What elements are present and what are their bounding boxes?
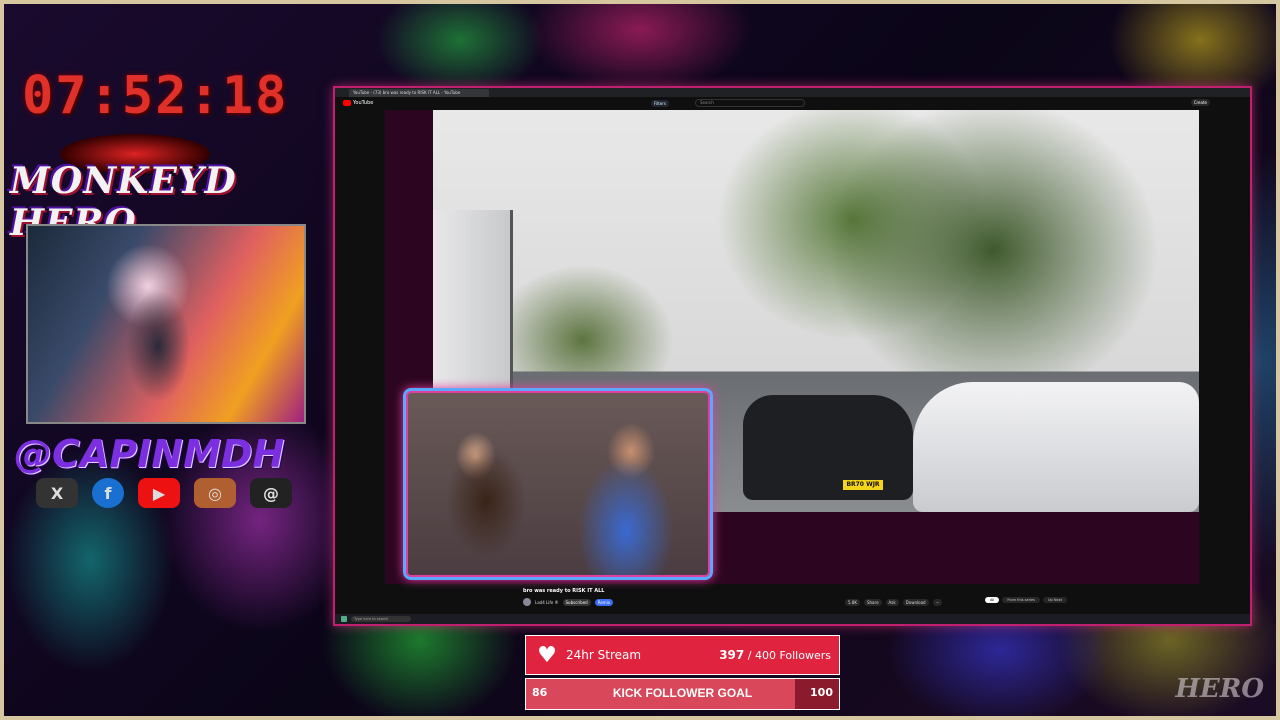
start-icon[interactable] bbox=[341, 616, 347, 622]
overlay-brand-logo: MONKEYD HERO bbox=[10, 160, 237, 244]
download-button[interactable]: Download bbox=[902, 599, 929, 606]
subscribe-button[interactable]: Subscribed bbox=[562, 598, 591, 606]
chip-up-next[interactable]: Up Next bbox=[1043, 597, 1068, 603]
create-button[interactable]: Create bbox=[1190, 99, 1210, 106]
chip-all[interactable]: All bbox=[985, 597, 1000, 603]
follower-count: 397 / 400 Followers bbox=[719, 648, 831, 662]
youtube-play-icon bbox=[343, 100, 351, 106]
stream-label: 24hr Stream bbox=[566, 648, 642, 662]
channel-row: Lad4 Life ® Subscribed Remix bbox=[523, 598, 614, 606]
follower-goal-bar: 86 KICK FOLLOWER GOAL 100 bbox=[525, 678, 840, 710]
share-button[interactable]: Share bbox=[863, 599, 882, 606]
youtube-logo[interactable]: YouTube bbox=[343, 100, 373, 106]
search-input[interactable]: Search bbox=[695, 99, 805, 107]
browser-window: YouTube - (73) bro was ready to RISK IT … bbox=[333, 86, 1252, 626]
black-car bbox=[743, 395, 913, 500]
instagram-icon: ◎ bbox=[194, 478, 236, 508]
ask-button[interactable]: Ask bbox=[885, 599, 899, 606]
overlay-character-art bbox=[26, 224, 306, 424]
facebook-icon: f bbox=[92, 478, 124, 508]
overlay-handle: @CAPINMDH bbox=[14, 432, 285, 476]
webcam-overlay bbox=[403, 388, 713, 580]
follower-target: / 400 Followers bbox=[747, 649, 831, 662]
goal-end-value: 100 bbox=[810, 686, 833, 699]
video-player[interactable]: BR70 WJR bbox=[385, 110, 1199, 584]
youtube-header: YouTube Filters Search Create bbox=[335, 97, 1250, 109]
overlay-clock: 07:52:18 bbox=[22, 66, 289, 126]
youtube-site-name: YouTube bbox=[353, 100, 374, 106]
youtube-icon: ▶ bbox=[138, 478, 180, 508]
browser-tab-bar: YouTube - (73) bro was ready to RISK IT … bbox=[335, 88, 1250, 97]
related-chips: All From this series Up Next bbox=[985, 597, 1068, 603]
video-actions: 5.8K Share Ask Download ··· bbox=[845, 599, 943, 606]
license-plate: BR70 WJR bbox=[843, 480, 883, 490]
x-icon: X bbox=[36, 478, 78, 508]
goal-title: KICK FOLLOWER GOAL bbox=[612, 686, 753, 700]
browser-tab[interactable]: YouTube - (73) bro was ready to RISK IT … bbox=[349, 88, 489, 97]
filters-chip[interactable]: Filters bbox=[651, 100, 669, 107]
heart-icon: ♥ bbox=[537, 642, 557, 668]
stream-followers-bar: ♥ 24hr Stream 397 / 400 Followers bbox=[525, 635, 840, 675]
channel-name[interactable]: Lad4 Life ® bbox=[535, 600, 559, 605]
chip-series[interactable]: From this series bbox=[1002, 597, 1040, 603]
follower-current: 397 bbox=[719, 648, 745, 662]
windows-taskbar: Type here to search bbox=[335, 614, 1250, 624]
remix-button[interactable]: Remix bbox=[594, 598, 614, 606]
white-car bbox=[913, 382, 1199, 512]
like-button[interactable]: 5.8K bbox=[845, 599, 860, 606]
taskbar-search[interactable]: Type here to search bbox=[351, 616, 411, 622]
video-title: bro was ready to RISK IT ALL bbox=[523, 588, 605, 594]
threads-icon: @ bbox=[250, 478, 292, 508]
social-icons: X f ▶ ◎ @ bbox=[36, 478, 292, 508]
stream-overlay-scene: 07:52:18 MONKEYD HERO @CAPINMDH X f ▶ ◎ … bbox=[0, 0, 1280, 720]
corner-hero-logo: HERO bbox=[1175, 674, 1264, 704]
more-button[interactable]: ··· bbox=[932, 599, 943, 606]
channel-avatar[interactable] bbox=[523, 598, 531, 606]
